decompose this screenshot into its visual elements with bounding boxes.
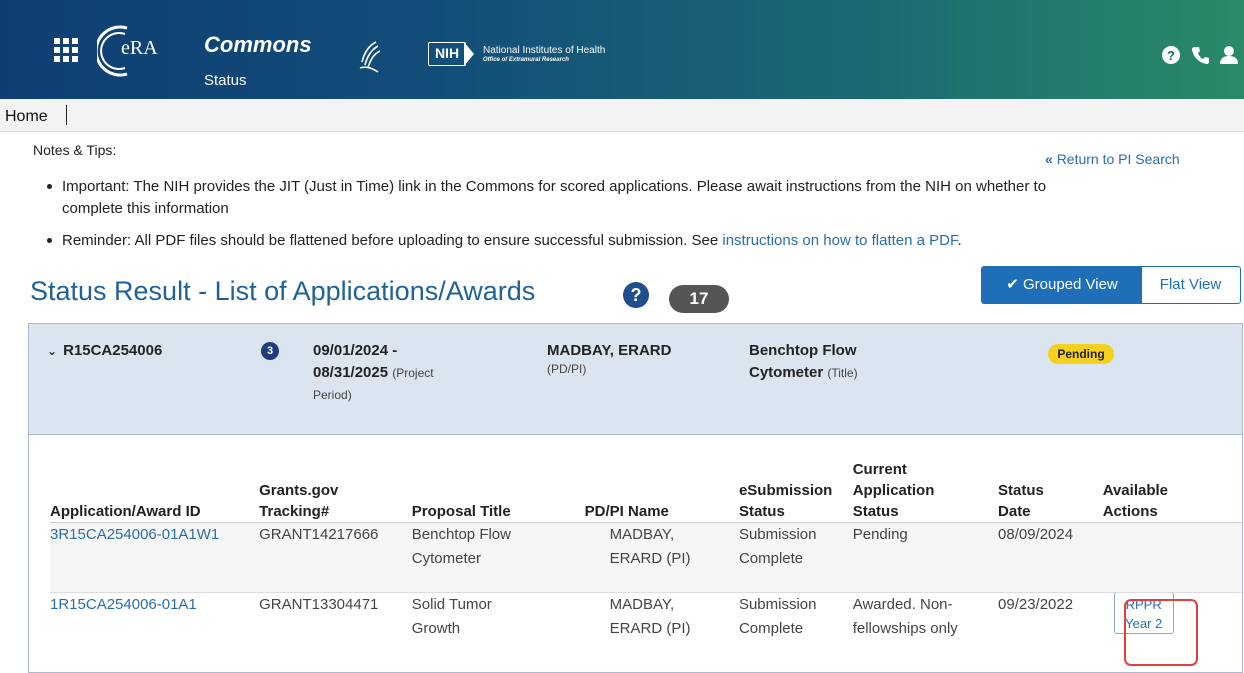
notes-title: Notes & Tips: — [33, 142, 117, 158]
app-header: eRA Commons Status NIH National Institut… — [0, 0, 1244, 99]
return-to-pi-search-link[interactable]: « Return to PI Search — [1045, 151, 1180, 167]
table-row: 1R15CA254006-01A1 GRANT13304471 Solid Tu… — [50, 591, 1242, 670]
group-title-label: (Title) — [827, 366, 858, 380]
col-available-actions: Available Actions — [1102, 440, 1242, 523]
note-bullet-jit: Important: The NIH provides the JIT (Jus… — [47, 176, 1232, 220]
applications-table: Application/Award ID Grants.gov Tracking#… — [50, 440, 1242, 670]
group-toggle[interactable]: ⌄ R15CA254006 — [47, 340, 162, 362]
group-title-line2: Cytometer — [749, 364, 824, 381]
return-link-label: Return to PI Search — [1056, 151, 1180, 167]
group-header[interactable]: ⌄ R15CA254006 3 09/01/2024 - 08/31/2025 (… — [29, 324, 1242, 435]
breadcrumb-home[interactable]: Home — [5, 108, 48, 126]
group-pi: MADBAY, ERARD (PD/PI) — [547, 340, 727, 376]
group-id: R15CA254006 — [63, 342, 163, 359]
app-subtitle: Status — [204, 72, 247, 89]
note-jit-line1: Important: The NIH provides the JIT (Jus… — [62, 178, 1047, 195]
application-group-panel: ⌄ R15CA254006 3 09/01/2024 - 08/31/2025 (… — [28, 323, 1243, 673]
period-end: 08/31/2025 — [313, 364, 389, 381]
col-esubmission-status[interactable]: eSubmission Status — [738, 440, 853, 523]
nih-name: National Institutes of Health — [483, 45, 606, 56]
status-date: 09/23/2022 — [998, 595, 1074, 613]
period-label-cont: Period) — [313, 388, 352, 402]
group-pi-name: MADBAY, ERARD — [547, 342, 672, 359]
bullet-dot — [47, 184, 52, 189]
esubmission-status: Submission Complete — [738, 522, 853, 593]
col-tracking[interactable]: Grants.gov Tracking# — [259, 440, 412, 523]
checkmark-icon: ✔ — [1006, 276, 1019, 293]
group-pi-label: (PD/PI) — [547, 362, 587, 376]
current-status: Awarded. Non-fellowships only — [852, 595, 958, 637]
double-chevron-left-icon: « — [1045, 151, 1053, 167]
table-header-row: Application/Award ID Grants.gov Tracking#… — [50, 440, 1242, 523]
col-status-date[interactable]: Status Date — [998, 440, 1103, 523]
pdpi-name: MADBAY, ERARD (PI) — [609, 595, 691, 637]
col-proposal-title[interactable]: Proposal Title — [411, 440, 580, 523]
esubmission-status: Submission Complete — [738, 595, 817, 637]
tracking-number: GRANT13304471 — [259, 595, 379, 613]
col-pdpi-name[interactable]: PD/PI Name — [579, 440, 739, 523]
tracking-number: GRANT14217666 — [259, 522, 412, 593]
chevron-down-icon[interactable]: ⌄ — [47, 344, 57, 358]
breadcrumb: Home — [0, 99, 1244, 132]
note-pdf-text: Reminder: All PDF files should be flatte… — [62, 232, 723, 249]
app-title: Commons — [204, 32, 312, 57]
group-title-line1: Benchtop Flow — [749, 342, 857, 359]
group-project-period: 09/01/2024 - 08/31/2025 (Project Period) — [313, 340, 463, 406]
application-id-link[interactable]: 1R15CA254006-01A1 — [50, 596, 197, 613]
svg-text:?: ? — [631, 285, 642, 305]
grouped-view-button[interactable]: ✔ Grouped View — [982, 267, 1142, 303]
nih-arrow-icon — [464, 42, 474, 66]
breadcrumb-separator — [66, 105, 67, 125]
flat-view-button[interactable]: Flat View — [1142, 267, 1239, 303]
view-toggle: ✔ Grouped View Flat View — [981, 266, 1241, 304]
group-title: Benchtop Flow Cytometer (Title) — [749, 340, 949, 384]
proposal-title: Solid Tumor Growth — [411, 595, 492, 637]
group-count-badge: 3 — [261, 342, 279, 360]
results-count-badge: 17 — [669, 285, 729, 313]
grid-icon[interactable] — [54, 38, 78, 62]
era-logo-text: eRA — [121, 37, 158, 59]
phone-icon[interactable] — [1191, 45, 1211, 65]
page-title: Status Result - List of Applications/Awa… — [30, 276, 536, 306]
proposal-title: Benchtop Flow Cytometer — [411, 522, 580, 593]
nih-office: Office of Extramural Research — [483, 57, 569, 63]
svg-text:?: ? — [1167, 48, 1175, 63]
bullet-dot — [47, 238, 52, 243]
pdpi-name: MADBAY, ERARD (PI) — [579, 522, 739, 593]
nih-abbr: NIH — [428, 42, 466, 66]
current-status: Pending — [852, 522, 999, 593]
col-app-id[interactable]: Application/Award ID — [50, 440, 260, 523]
period-label: (Project — [392, 366, 434, 380]
rppr-highlight-outline — [1124, 599, 1198, 666]
note-jit-line2: complete this information — [62, 200, 229, 217]
note-bullet-pdf: Reminder: All PDF files should be flatte… — [47, 230, 1232, 252]
question-circle-icon[interactable]: ? — [622, 281, 650, 309]
col-current-status[interactable]: Current Application Status — [852, 440, 999, 523]
user-icon[interactable] — [1219, 45, 1239, 65]
status-badge: Pending — [1048, 344, 1114, 364]
hhs-eagle-icon — [359, 41, 381, 73]
table-row: 3R15CA254006-01A1W1 GRANT14217666 Bencht… — [50, 522, 1242, 593]
note-pdf-end: . — [957, 232, 962, 249]
grouped-view-label: Grouped View — [1022, 276, 1118, 293]
period-start: 09/01/2024 - — [313, 342, 398, 359]
help-icon[interactable]: ? — [1161, 45, 1181, 65]
status-date: 08/09/2024 — [998, 522, 1103, 593]
available-actions — [1102, 522, 1242, 593]
application-id-link[interactable]: 3R15CA254006-01A1W1 — [50, 526, 219, 543]
flatten-pdf-link[interactable]: instructions on how to flatten a PDF — [722, 232, 957, 249]
